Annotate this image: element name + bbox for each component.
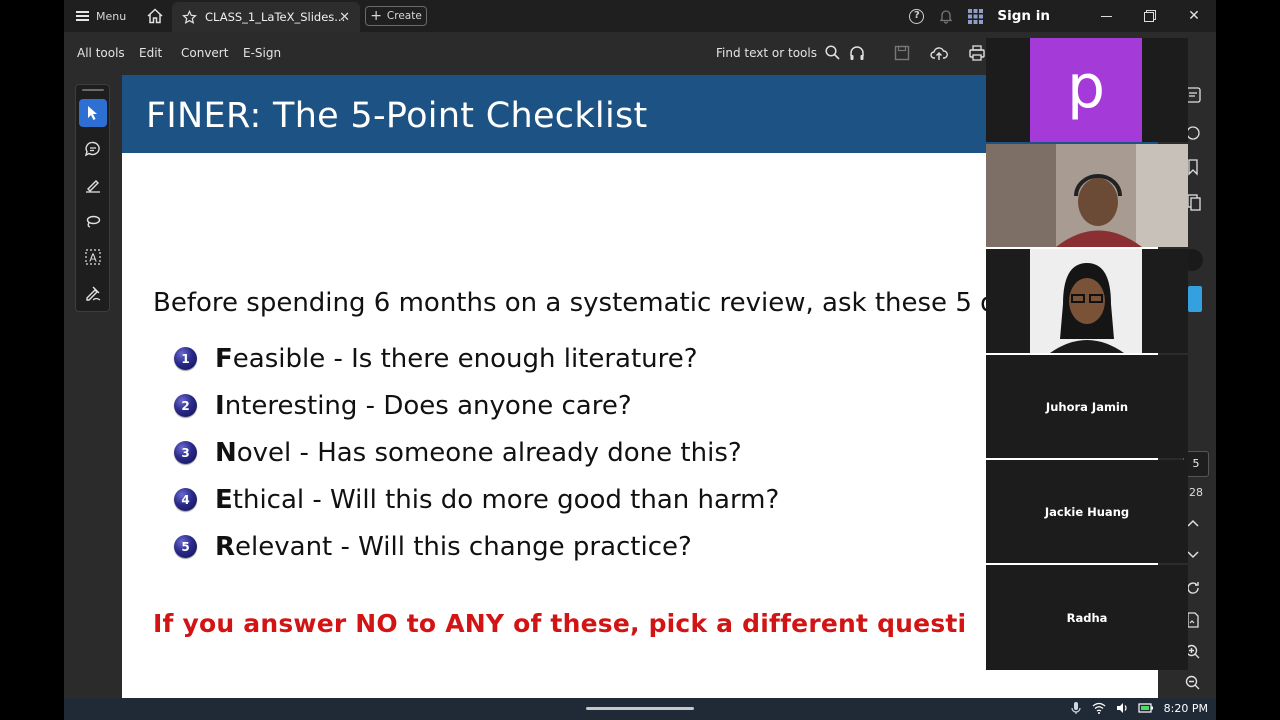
participant-video-image <box>1030 249 1142 353</box>
acrobat-window: Menu CLASS_1_LaTeX_Slides... ✕ + Create … <box>64 0 1216 720</box>
checklist-item: 5 Relevant - Will this change practice? <box>174 523 779 570</box>
wifi-icon[interactable] <box>1092 701 1106 715</box>
find-tools-search[interactable]: Find text or tools <box>716 45 840 60</box>
plus-icon: + <box>370 8 382 24</box>
create-label: Create <box>386 10 422 22</box>
bullet-number: 3 <box>174 441 197 464</box>
scroll-indicator <box>586 707 694 710</box>
help-icon[interactable]: ? <box>909 8 925 24</box>
lasso-draw-icon <box>86 215 101 228</box>
bullet-number: 4 <box>174 488 197 511</box>
restore-icon[interactable] <box>1128 0 1172 32</box>
text-tool-button[interactable]: A <box>79 243 107 271</box>
star-icon[interactable] <box>182 9 197 25</box>
slide-title: FINER: The 5-Point Checklist <box>146 96 648 136</box>
menu-button[interactable]: Menu <box>76 6 126 26</box>
find-label: Find text or tools <box>716 45 817 60</box>
sign-in-button[interactable]: Sign in <box>997 8 1050 24</box>
menu-label: Menu <box>96 9 127 23</box>
participant-name: Jackie Huang <box>1044 504 1130 519</box>
tab-title: CLASS_1_LaTeX_Slides... <box>205 10 346 24</box>
participant-name: Radha <box>1066 610 1108 625</box>
participant-video-tile[interactable] <box>986 144 1188 247</box>
headphones-icon[interactable] <box>848 44 866 62</box>
item-letter: F <box>215 343 233 374</box>
cloud-upload-icon[interactable] <box>930 44 948 62</box>
checklist-item: 3 Novel - Has someone already done this? <box>174 429 779 476</box>
participant-tile[interactable]: Juhora Jamin <box>986 355 1188 458</box>
taskbar: 8:20 PM <box>64 698 1216 720</box>
search-icon <box>825 45 840 60</box>
avatar: p <box>1030 38 1142 142</box>
comment-tool-button[interactable] <box>79 135 107 163</box>
item-text: elevant - Will this change practice? <box>235 531 692 562</box>
home-icon[interactable] <box>146 7 164 25</box>
volume-icon[interactable] <box>1115 701 1129 715</box>
item-text: nteresting - Does anyone care? <box>224 390 632 421</box>
title-bar: Menu CLASS_1_LaTeX_Slides... ✕ + Create … <box>64 0 1216 32</box>
bullet-number: 1 <box>174 347 197 370</box>
participant-tile[interactable]: Jackie Huang <box>986 460 1188 563</box>
slide-intro: Before spending 6 months on a systematic… <box>153 288 997 318</box>
participant-tile[interactable]: p <box>986 38 1188 142</box>
create-button[interactable]: + Create <box>365 6 427 26</box>
apps-grid-icon[interactable] <box>968 8 984 24</box>
highlight-tool-button[interactable] <box>79 171 107 199</box>
tab-close-icon[interactable]: ✕ <box>339 10 350 25</box>
left-tool-panel: A <box>75 84 110 312</box>
select-tool-button[interactable] <box>79 99 107 127</box>
video-call-panel: p Juhora Jamin Jackie Huang Radha <box>986 38 1188 670</box>
all-tools-button[interactable]: All tools <box>77 46 125 60</box>
text-box-icon: A <box>85 249 101 265</box>
cursor-arrow-icon <box>88 106 97 120</box>
svg-text:A: A <box>89 252 97 265</box>
sign-tool-button[interactable] <box>79 279 107 307</box>
bullet-number: 5 <box>174 535 197 558</box>
draw-tool-button[interactable] <box>79 207 107 235</box>
participant-name: Juhora Jamin <box>1045 399 1129 414</box>
item-text: thical - Will this do more good than har… <box>232 484 780 515</box>
document-tab[interactable]: CLASS_1_LaTeX_Slides... ✕ <box>172 2 360 32</box>
panel-grip[interactable] <box>82 89 104 91</box>
edit-button[interactable]: Edit <box>139 46 162 60</box>
participant-video-image <box>986 144 1188 247</box>
checklist-item: 2 Interesting - Does anyone care? <box>174 382 779 429</box>
item-letter: E <box>215 484 233 515</box>
print-icon[interactable] <box>968 44 986 62</box>
accent-tool-icon[interactable] <box>1188 286 1202 312</box>
item-letter: I <box>215 390 225 421</box>
checklist-item: 4 Ethical - Will this do more good than … <box>174 476 779 523</box>
save-icon[interactable] <box>893 44 911 62</box>
titlebar-right: ? Sign in ✕ <box>909 0 1216 32</box>
comment-icon <box>84 141 100 157</box>
system-tray <box>1069 701 1154 715</box>
zoom-out-icon[interactable] <box>1183 673 1203 693</box>
bell-icon[interactable] <box>938 8 954 24</box>
taskbar-clock: 8:20 PM <box>1163 702 1208 715</box>
participant-video-tile[interactable] <box>986 249 1188 353</box>
item-letter: N <box>215 437 237 468</box>
participant-tile[interactable]: Radha <box>986 565 1188 670</box>
checklist-item: 1 Feasible - Is there enough literature? <box>174 335 779 382</box>
battery-icon[interactable] <box>1138 701 1154 715</box>
close-window-icon[interactable]: ✕ <box>1172 0 1216 32</box>
slide-warning: If you answer NO to ANY of these, pick a… <box>153 609 967 638</box>
highlighter-icon <box>86 180 100 193</box>
hamburger-icon <box>76 11 89 21</box>
item-text: easible - Is there enough literature? <box>232 343 698 374</box>
convert-button[interactable]: Convert <box>181 46 228 60</box>
checklist: 1 Feasible - Is there enough literature?… <box>174 335 779 570</box>
minimize-icon[interactable] <box>1084 0 1128 32</box>
bullet-number: 2 <box>174 394 197 417</box>
item-letter: R <box>215 531 236 562</box>
item-text: ovel - Has someone already done this? <box>236 437 742 468</box>
mic-icon[interactable] <box>1069 701 1083 715</box>
e-sign-button[interactable]: E-Sign <box>243 46 281 60</box>
pen-sign-icon <box>86 286 101 301</box>
